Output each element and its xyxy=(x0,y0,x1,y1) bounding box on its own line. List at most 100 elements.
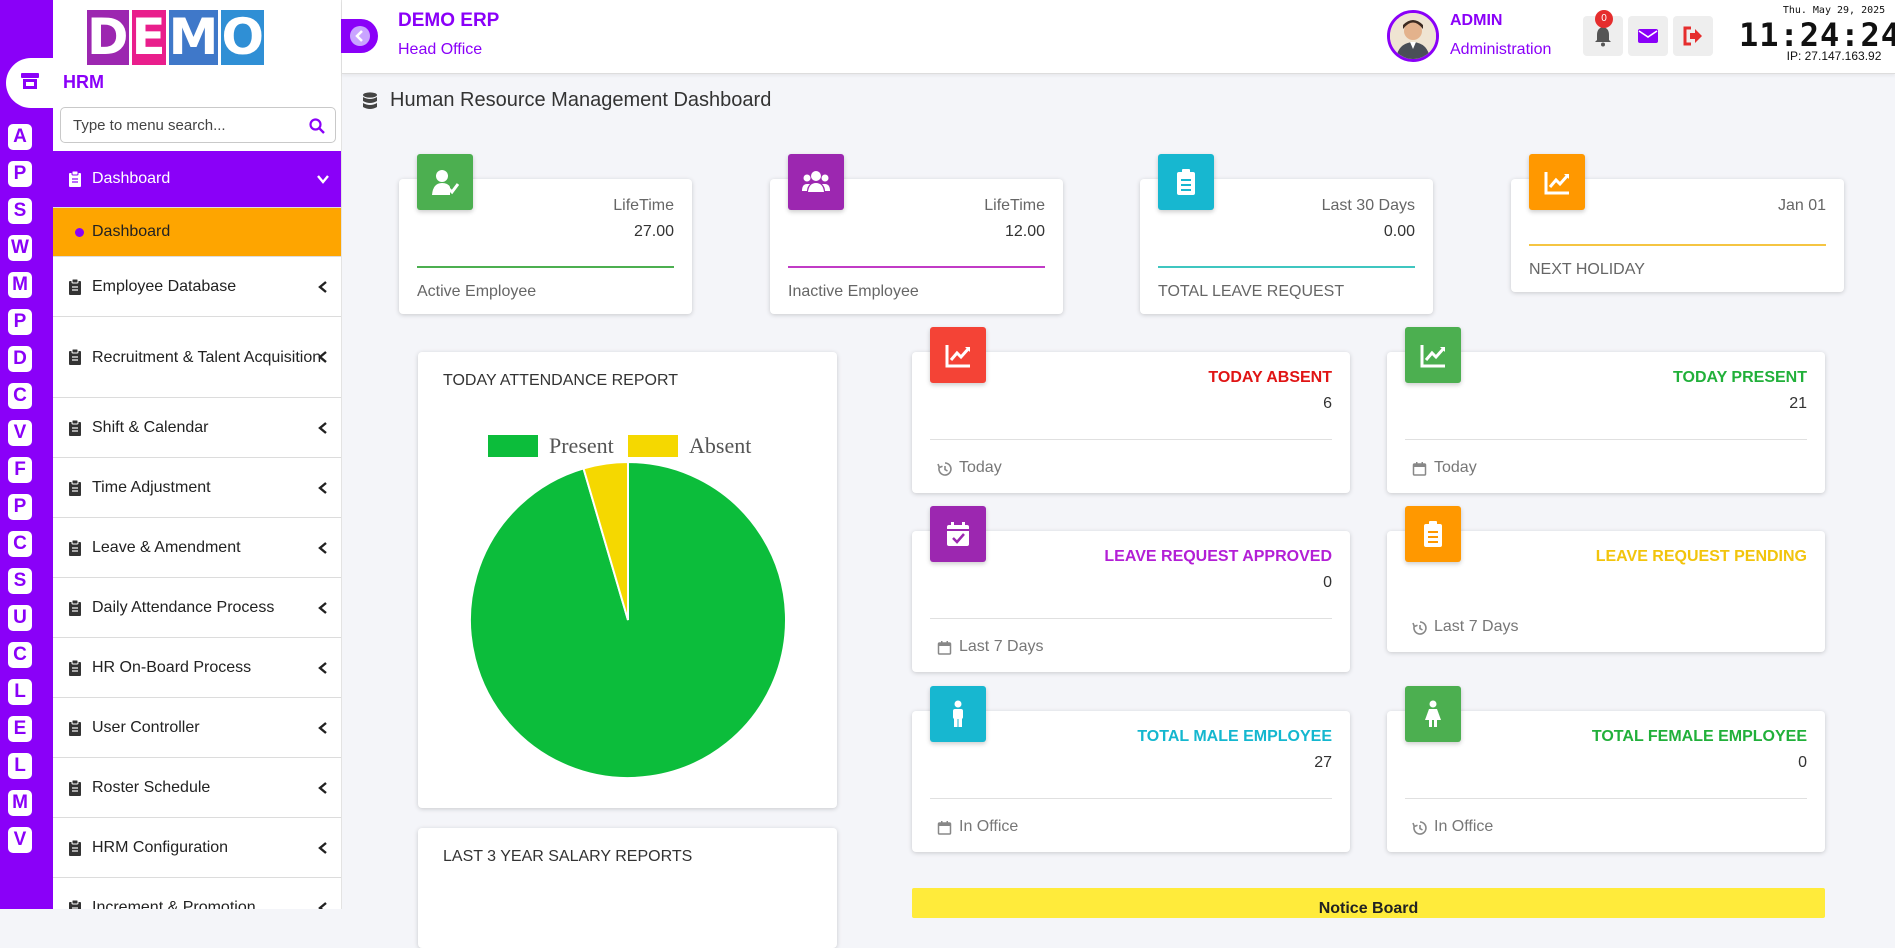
history-icon xyxy=(1412,820,1427,835)
clipboard-icon xyxy=(69,479,81,496)
menu-search-input[interactable] xyxy=(73,108,303,142)
card-label: Active Employee xyxy=(417,283,537,300)
sidebar-item-daily-attendance-process[interactable]: Daily Attendance Process xyxy=(53,578,341,638)
legend-swatch-present xyxy=(488,435,538,457)
card-label: TOTAL LEAVE REQUEST xyxy=(1158,283,1345,300)
notifications-button[interactable]: 0 xyxy=(1583,10,1623,56)
sidebar-item-hrm-configuration[interactable]: HRM Configuration xyxy=(53,818,341,878)
module-letter-l[interactable]: L xyxy=(8,753,32,779)
module-letter-c[interactable]: C xyxy=(8,531,32,557)
sidebar-item-recruitment-talent-acquisition[interactable]: Recruitment & Talent Acquisition xyxy=(53,317,341,398)
card-divider xyxy=(930,439,1332,440)
bell-icon xyxy=(1595,27,1611,47)
user-check-icon-tile xyxy=(417,154,473,210)
clipboard-icon xyxy=(69,349,81,365)
history-icon xyxy=(1412,620,1427,635)
module-letter-u[interactable]: U xyxy=(8,605,32,631)
module-letter-e[interactable]: E xyxy=(8,716,32,742)
summary-card-next-holiday[interactable]: Jan 01 NEXT HOLIDAY xyxy=(1511,154,1844,292)
sidebar-item-time-adjustment[interactable]: Time Adjustment xyxy=(53,458,341,518)
summary-card-total-leave-request[interactable]: Last 30 Days 0.00 TOTAL LEAVE REQUEST xyxy=(1140,154,1433,314)
summary-card-active-employee[interactable]: LifeTime 27.00 Active Employee xyxy=(399,154,692,314)
summary-card-inactive-employee[interactable]: LifeTime 12.00 Inactive Employee xyxy=(770,154,1063,314)
sidebar-item-shift-calendar[interactable]: Shift & Calendar xyxy=(53,398,341,458)
module-letter-d[interactable]: D xyxy=(8,346,32,372)
sidebar-item-leave-amendment[interactable]: Leave & Amendment xyxy=(53,518,341,578)
stat-footer: Today xyxy=(1412,459,1477,477)
clipboard-icon xyxy=(69,539,81,556)
menu-search[interactable] xyxy=(60,107,336,143)
home-button[interactable] xyxy=(6,58,53,108)
demo-logo[interactable]: DEMO xyxy=(87,10,264,65)
card-period: Jan 01 xyxy=(1777,197,1826,214)
sidebar-item-hr-on-board-process[interactable]: HR On-Board Process xyxy=(53,638,341,698)
sidebar-item-employee-database[interactable]: Employee Database xyxy=(53,257,341,317)
user-check-icon xyxy=(432,170,459,195)
card-period: LifeTime xyxy=(613,197,674,214)
card-divider xyxy=(1405,439,1807,440)
stat-card-today-absent[interactable]: TODAY ABSENT 6 Today xyxy=(912,327,1350,493)
users-icon xyxy=(802,171,830,192)
card-label: Inactive Employee xyxy=(788,283,919,300)
module-letter-w[interactable]: W xyxy=(8,235,32,261)
module-letter-m[interactable]: M xyxy=(8,790,32,816)
module-letter-f[interactable]: F xyxy=(8,457,32,483)
module-title: HRM xyxy=(63,72,104,92)
module-letter-v[interactable]: V xyxy=(8,420,32,446)
module-letter-m[interactable]: M xyxy=(8,272,32,298)
stat-title: TODAY PRESENT xyxy=(1673,369,1807,386)
stat-card-leave-request-pending[interactable]: LEAVE REQUEST PENDING Last 7 Days xyxy=(1387,506,1825,652)
stat-title: LEAVE REQUEST PENDING xyxy=(1595,548,1807,565)
salary-report-panel: LAST 3 YEAR SALARY REPORTS xyxy=(418,828,837,948)
sidebar-item-roster-schedule[interactable]: Roster Schedule xyxy=(53,758,341,818)
clipboard-icon xyxy=(69,779,81,796)
module-letter-c[interactable]: C xyxy=(8,642,32,668)
sidebar-subitem-dashboard[interactable]: Dashboard xyxy=(53,208,341,257)
branch-name[interactable]: Head Office xyxy=(398,41,482,59)
module-letter-p[interactable]: P xyxy=(8,309,32,335)
messages-button[interactable] xyxy=(1628,16,1668,56)
card-divider xyxy=(788,266,1045,268)
clipboard-icon xyxy=(69,419,81,436)
sign-out-icon xyxy=(1683,26,1702,46)
module-letter-s[interactable]: S xyxy=(8,198,32,224)
module-letter-a[interactable]: A xyxy=(8,124,32,150)
search-icon[interactable] xyxy=(309,118,325,134)
notice-board: Notice Board xyxy=(912,888,1825,918)
sidebar-item-user-controller[interactable]: User Controller xyxy=(53,698,341,758)
stat-card-total-male-employee[interactable]: TOTAL MALE EMPLOYEE 27 In Office xyxy=(912,686,1350,852)
user-name[interactable]: ADMIN xyxy=(1450,12,1502,30)
module-letter-p[interactable]: P xyxy=(8,494,32,520)
sidebar-item-label: HR On-Board Process xyxy=(92,659,252,676)
module-letter-s[interactable]: S xyxy=(8,568,32,594)
calendar-check-icon xyxy=(947,522,969,546)
stat-footer-text: Last 7 Days xyxy=(1434,618,1519,635)
sidebar-item-label: Daily Attendance Process xyxy=(92,599,275,616)
module-letter-c[interactable]: C xyxy=(8,383,32,409)
ip-address: IP: 27.147.163.92 xyxy=(1786,49,1882,63)
card-value: 0.00 xyxy=(1383,223,1415,240)
stat-title: TOTAL FEMALE EMPLOYEE xyxy=(1591,728,1807,745)
stat-footer-text: Last 7 Days xyxy=(959,638,1044,655)
chevron-left-icon xyxy=(318,901,327,909)
sidebar-item-label: Shift & Calendar xyxy=(92,419,209,436)
sidebar-item-label: Increment & Promotion xyxy=(92,899,256,909)
app-name: DEMO ERP xyxy=(398,10,500,31)
stat-card-today-present[interactable]: TODAY PRESENT 21 Today xyxy=(1387,327,1825,493)
sidebar-item-increment-promotion[interactable]: Increment & Promotion xyxy=(53,878,341,909)
sidebar-item-label: User Controller xyxy=(92,719,200,736)
calendar-icon xyxy=(937,820,952,835)
avatar[interactable] xyxy=(1387,10,1439,62)
sidebar-item-dashboard[interactable]: Dashboard xyxy=(53,151,341,208)
stat-card-leave-request-approved[interactable]: LEAVE REQUEST APPROVED 0 Last 7 Days xyxy=(912,506,1350,672)
module-letter-l[interactable]: L xyxy=(8,679,32,705)
chevron-left-icon xyxy=(318,280,327,293)
attendance-pie-chart: Present Absent xyxy=(469,433,787,779)
module-letter-p[interactable]: P xyxy=(8,161,32,187)
sidebar-collapse-button[interactable] xyxy=(341,19,378,53)
clipboard-icon xyxy=(69,599,81,616)
stat-card-total-female-employee[interactable]: TOTAL FEMALE EMPLOYEE 0 In Office xyxy=(1387,686,1825,852)
module-letter-v[interactable]: V xyxy=(8,827,32,853)
sidebar-menu: Dashboard Dashboard Employee Database Rec… xyxy=(53,151,341,909)
logout-button[interactable] xyxy=(1673,16,1713,56)
